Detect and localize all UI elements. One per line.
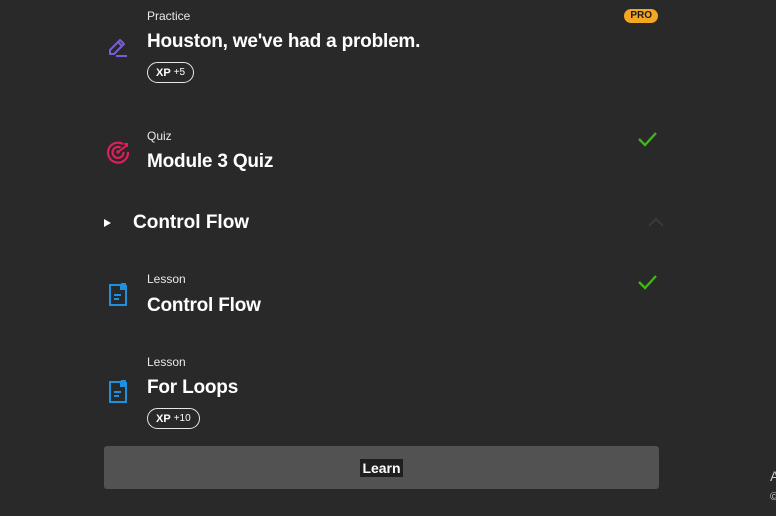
item-title: For Loops <box>147 377 239 398</box>
section-title: Control Flow <box>133 212 250 233</box>
check-icon <box>638 275 657 290</box>
pencil-icon <box>109 39 127 57</box>
expand-arrow-icon[interactable] <box>104 219 111 227</box>
list-item-quiz[interactable]: Quiz Module 3 Quiz <box>104 120 664 180</box>
list-item-practice[interactable]: Practice Houston, we've had a problem. X… <box>104 0 664 95</box>
chevron-up-icon[interactable] <box>647 216 665 228</box>
check-icon <box>638 132 657 147</box>
xp-badge: XP +10 <box>147 408 200 429</box>
item-type-label: Lesson <box>147 272 186 286</box>
xp-value: +5 <box>173 67 186 78</box>
list-item-lesson[interactable]: Lesson For Loops XP +10 <box>104 346 664 436</box>
edge-text: A <box>770 468 776 484</box>
xp-badge: XP +5 <box>147 62 195 83</box>
document-icon <box>109 283 127 306</box>
item-title: Houston, we've had a problem. <box>147 31 421 52</box>
xp-label: XP <box>156 412 171 425</box>
item-title: Control Flow <box>147 295 261 316</box>
item-type-label: Lesson <box>147 355 186 369</box>
learn-button-label: Learn <box>360 458 403 477</box>
edge-text-secondary: © <box>770 491 776 503</box>
item-type-label: Practice <box>147 9 191 23</box>
pro-badge: PRO <box>624 9 658 23</box>
xp-value: +10 <box>173 413 191 424</box>
list-item-lesson[interactable]: Lesson Control Flow <box>104 263 664 323</box>
target-icon <box>106 141 130 164</box>
learn-button[interactable]: Learn <box>104 446 659 489</box>
item-type-label: Quiz <box>147 129 172 143</box>
xp-label: XP <box>156 66 171 79</box>
item-title: Module 3 Quiz <box>147 151 274 172</box>
document-icon <box>109 380 127 403</box>
